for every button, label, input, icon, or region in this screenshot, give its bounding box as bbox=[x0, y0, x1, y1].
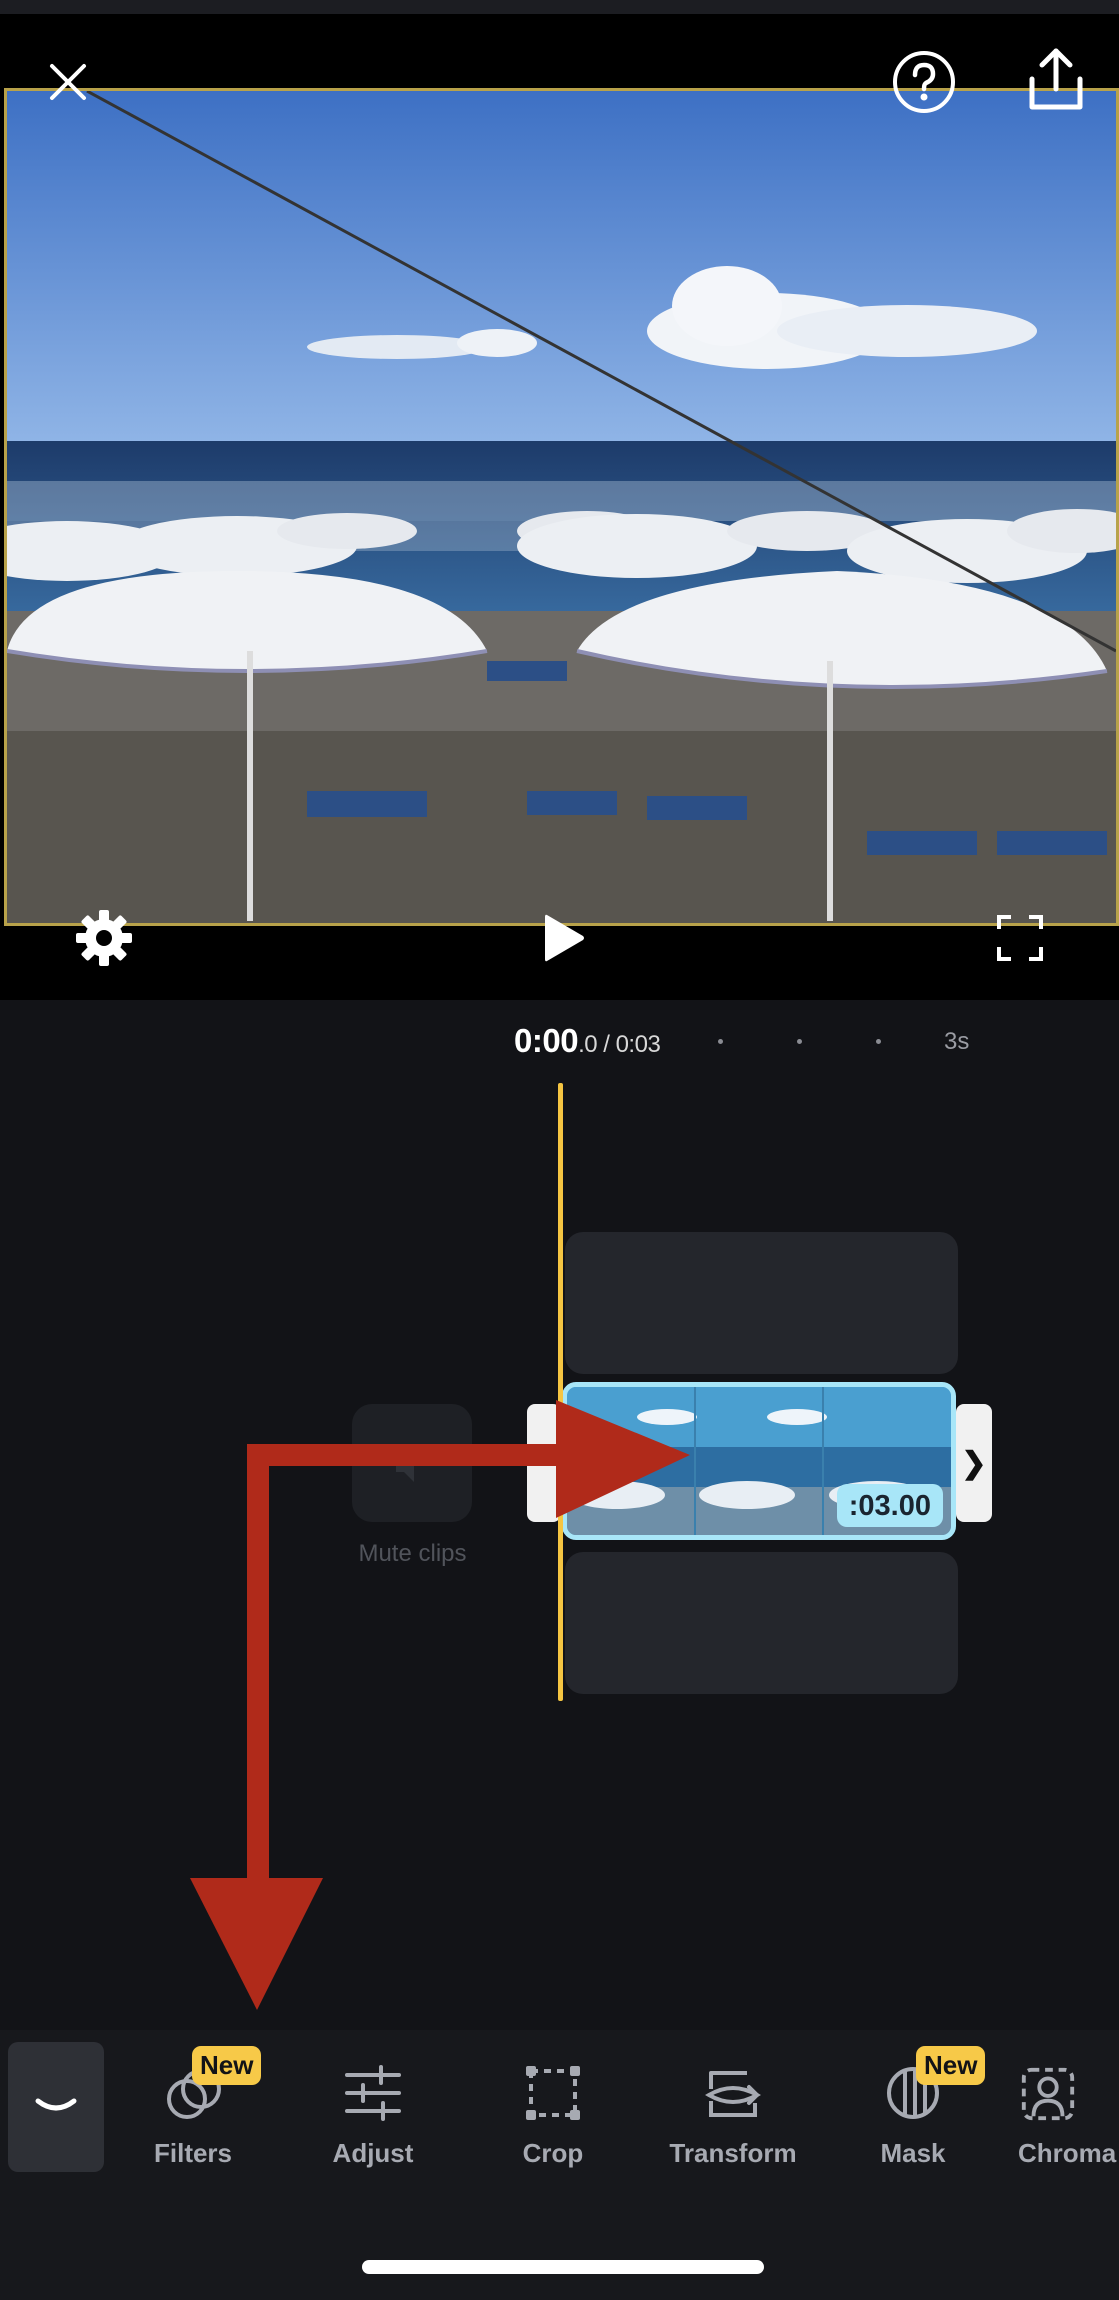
beach-photo bbox=[7, 91, 1116, 923]
gear-icon bbox=[76, 910, 132, 966]
close-button[interactable] bbox=[28, 42, 108, 122]
home-indicator[interactable] bbox=[362, 2260, 764, 2274]
ruler-tick bbox=[876, 1039, 881, 1044]
video-preview[interactable] bbox=[4, 88, 1119, 926]
tool-chroma[interactable]: Chroma bbox=[1018, 2058, 1119, 2169]
total-time: / 0:03 bbox=[597, 1031, 661, 1058]
share-icon bbox=[1029, 48, 1083, 110]
tool-label: Transform bbox=[669, 2138, 797, 2168]
chevron-down-icon bbox=[35, 2098, 77, 2111]
play-button[interactable] bbox=[524, 898, 604, 978]
close-icon bbox=[50, 64, 86, 100]
help-icon bbox=[893, 51, 955, 113]
tool-adjust[interactable]: Adjust bbox=[298, 2058, 448, 2169]
tool-label: Chroma bbox=[1018, 2138, 1117, 2168]
current-time: 0:00 bbox=[514, 1022, 579, 1059]
clip-duration-badge: :03.00 bbox=[836, 1484, 943, 1527]
tool-label: Mask bbox=[880, 2138, 946, 2168]
ruler-tick bbox=[797, 1039, 802, 1044]
fullscreen-icon bbox=[997, 915, 1043, 961]
ruler-end-label: 3s bbox=[944, 1028, 970, 1055]
transform-icon bbox=[698, 2058, 768, 2128]
new-badge: New bbox=[916, 2046, 986, 2085]
fullscreen-button[interactable] bbox=[980, 898, 1060, 978]
share-button[interactable] bbox=[1016, 40, 1096, 120]
play-icon bbox=[545, 914, 584, 962]
tool-label: Crop bbox=[522, 2138, 584, 2168]
ruler-tick bbox=[718, 1039, 723, 1044]
chevron-right-icon: ❯ bbox=[961, 1446, 987, 1480]
chroma-icon bbox=[1018, 2058, 1078, 2128]
tool-transform[interactable]: Transform bbox=[658, 2058, 808, 2169]
settings-button[interactable] bbox=[64, 898, 144, 978]
help-button[interactable] bbox=[884, 42, 964, 122]
tool-crop[interactable]: Crop bbox=[478, 2058, 628, 2169]
trim-handle-right[interactable]: ❯ bbox=[956, 1404, 992, 1522]
adjust-icon bbox=[338, 2058, 408, 2128]
crop-icon bbox=[518, 2058, 588, 2128]
tool-label: Filters bbox=[153, 2138, 233, 2168]
empty-track-above[interactable] bbox=[565, 1232, 958, 1374]
annotation-arrows bbox=[190, 1400, 690, 2010]
status-strip bbox=[0, 0, 1119, 14]
current-time-fraction: .0 bbox=[578, 1031, 598, 1058]
tool-label: Adjust bbox=[332, 2138, 414, 2168]
new-badge: New bbox=[192, 2046, 262, 2085]
collapse-toolbar-button[interactable] bbox=[8, 2042, 104, 2172]
time-readout: 0:00.0 / 0:03 bbox=[514, 1022, 661, 1060]
